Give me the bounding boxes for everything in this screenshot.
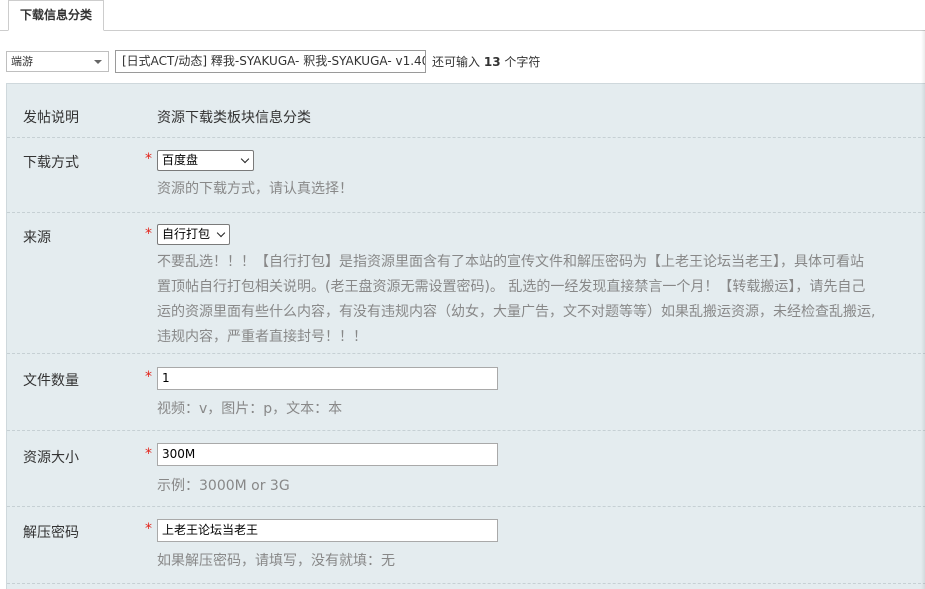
download-method-label: 下载方式 — [23, 155, 79, 171]
unzip-password-hint: 如果解压密码，请填写，没有就填：无 — [157, 553, 395, 569]
required-mark: * — [145, 369, 152, 385]
form-row-description: 发帖说明 资源下载类板块信息分类 — [7, 84, 925, 138]
download-method-hint: 资源的下载方式，请认真选择！ — [157, 181, 353, 197]
source-select[interactable]: 自行打包 — [157, 224, 230, 245]
download-method-select-value: 百度盘 — [162, 153, 199, 167]
file-count-input[interactable]: 1 — [157, 367, 498, 390]
required-mark: * — [145, 446, 152, 462]
thread-title-bar: 端游 [日式ACT/动态] 釋我-SYAKUGA- 釈我-SYAKUGA- v1… — [0, 48, 925, 74]
required-mark: * — [145, 521, 152, 537]
category-select[interactable]: 端游 — [6, 51, 109, 72]
page-scroll-edge — [921, 30, 925, 589]
source-hint-line: 置顶帖自行打包相关说明。(老王盘资源无需设置密码)。 乱选的一经发现直接禁言一个… — [157, 279, 866, 295]
source-hint-line: 不要乱选！！！【自行打包】是指资源里面含有了本站的宣传文件和解压密码为【上老王论… — [157, 254, 864, 270]
source-label: 来源 — [23, 230, 51, 246]
form-row-resource-size: 资源大小 * 300M 示例：3000M or 3G — [7, 431, 925, 507]
unzip-password-label: 解压密码 — [23, 525, 79, 541]
resource-size-input[interactable]: 300M — [157, 443, 498, 466]
chevron-down-icon — [94, 60, 102, 64]
file-count-label: 文件数量 — [23, 373, 79, 389]
char-hint-suffix: 个字符 — [504, 55, 541, 69]
description-text: 资源下载类板块信息分类 — [157, 110, 311, 126]
chevron-down-icon — [216, 228, 226, 238]
resource-size-label: 资源大小 — [23, 450, 79, 466]
required-mark: * — [145, 151, 152, 167]
description-label: 发帖说明 — [23, 110, 79, 126]
category-select-value: 端游 — [11, 55, 33, 68]
tab-bar: 下载信息分类 — [0, 0, 925, 31]
category-form-panel: 发帖说明 资源下载类板块信息分类 下载方式 * 百度盘 资源的下载方式，请认真选… — [6, 83, 925, 589]
form-row-source: 来源 * 自行打包 不要乱选！！！【自行打包】是指资源里面含有了本站的宣传文件和… — [7, 213, 925, 354]
form-row-unzip-password: 解压密码 * 上老王论坛当老王 如果解压密码，请填写，没有就填：无 — [7, 507, 925, 584]
unzip-password-input[interactable]: 上老王论坛当老王 — [157, 519, 498, 542]
form-row-download-method: 下载方式 * 百度盘 资源的下载方式，请认真选择！ — [7, 138, 925, 213]
tab-download-info-category[interactable]: 下载信息分类 — [8, 0, 104, 31]
source-hint: 不要乱选！！！【自行打包】是指资源里面含有了本站的宣传文件和解压密码为【上老王论… — [157, 250, 925, 350]
chevron-down-icon — [240, 154, 250, 164]
source-hint-line: 运的资源里面有些什么内容，有没有违规内容（幼女，大量广告，文不对题等等）如果乱搬… — [157, 304, 876, 320]
char-hint-count: 13 — [483, 55, 501, 69]
resource-size-hint: 示例：3000M or 3G — [157, 478, 290, 494]
file-count-hint: 视频：v，图片：p，文本：本 — [157, 401, 343, 417]
source-hint-line: 违规内容，严重者直接封号！！！ — [157, 329, 367, 345]
required-mark: * — [145, 226, 152, 242]
char-hint-prefix: 还可输入 — [432, 55, 481, 69]
source-select-value: 自行打包 — [162, 227, 211, 241]
char-count-hint: 还可输入 13 个字符 — [432, 53, 540, 70]
download-method-select[interactable]: 百度盘 — [157, 150, 254, 171]
thread-title-input[interactable]: [日式ACT/动态] 釋我-SYAKUGA- 釈我-SYAKUGA- v1.40… — [115, 50, 426, 73]
form-row-file-count: 文件数量 * 1 视频：v，图片：p，文本：本 — [7, 354, 925, 431]
